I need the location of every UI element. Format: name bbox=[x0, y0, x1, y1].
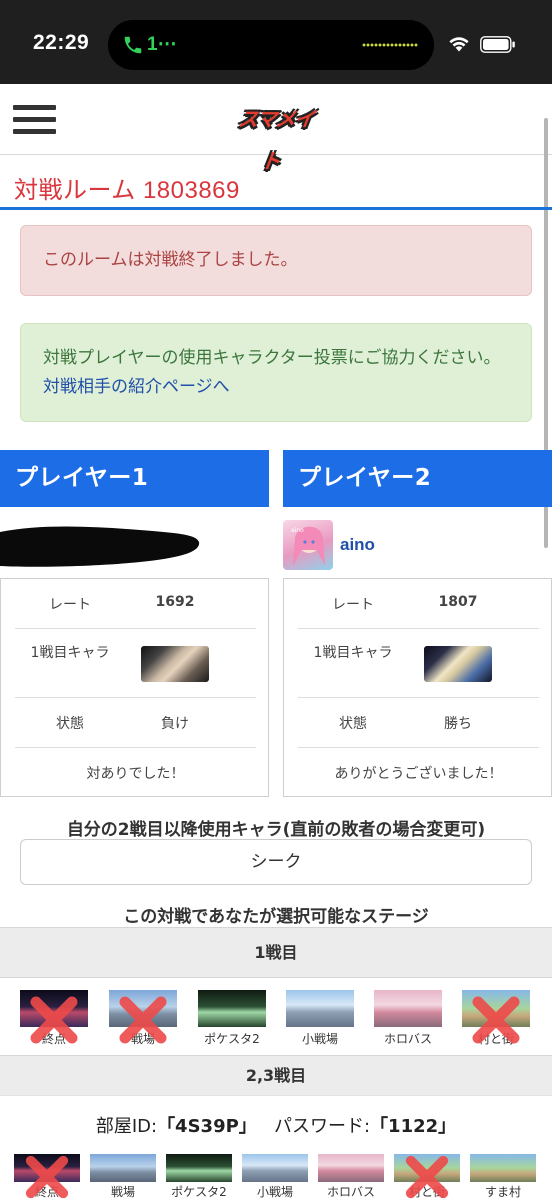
stage-option[interactable]: 終点 bbox=[14, 1154, 80, 1200]
first-character-label: 1戦目キャラ bbox=[313, 645, 393, 661]
vote-text: 対戦プレイヤーの使用キャラクター投票にご協力ください。 bbox=[43, 348, 501, 368]
password-value[interactable]: 「1122」 bbox=[370, 1116, 456, 1137]
rate-row: レート 1807 bbox=[298, 579, 539, 629]
round23-stage-row: 終点戦場 ポケスタ2 小戦場 ホロバス 村と街すま村 bbox=[0, 1154, 552, 1200]
banned-x-icon bbox=[20, 1150, 74, 1200]
room-info: 部屋ID:「4S39P」 パスワード:「1122」 bbox=[0, 1112, 552, 1138]
stage-option[interactable]: すま村 bbox=[470, 1154, 536, 1200]
room-ended-text: このルームは対戦終了しました。 bbox=[43, 250, 298, 270]
character-thumbnail bbox=[424, 646, 492, 682]
first-character-row: 1戦目キャラ bbox=[15, 629, 256, 698]
stage-name: ポケスタ2 bbox=[171, 1185, 227, 1199]
avatar-caption: aino bbox=[291, 527, 304, 534]
banned-x-icon bbox=[466, 990, 526, 1050]
room-id-label: 部屋ID: bbox=[95, 1116, 158, 1137]
avatar-image: aino bbox=[291, 526, 325, 566]
stage-thumbnail bbox=[470, 1154, 536, 1182]
state-value: 負け bbox=[161, 716, 189, 732]
phone-icon bbox=[124, 36, 142, 54]
stage-option[interactable]: ホロバス bbox=[318, 1154, 384, 1200]
rate-row: レート 1692 bbox=[15, 579, 256, 629]
state-label: 状態 bbox=[56, 716, 84, 732]
banned-x-icon bbox=[24, 990, 84, 1050]
battery-icon bbox=[480, 36, 515, 53]
room-id-value[interactable]: 「4S39P」 bbox=[157, 1116, 257, 1137]
stage-option[interactable]: 終点 bbox=[20, 990, 88, 1048]
player1-card: レート 1692 1戦目キャラ 状態 負け 対ありでした！ bbox=[0, 578, 269, 797]
player2-avatar[interactable]: aino bbox=[283, 520, 333, 570]
stage-name: すま村 bbox=[484, 1185, 521, 1199]
stage-thumbnail bbox=[90, 1154, 156, 1182]
stage-option[interactable]: 戦場 bbox=[90, 1154, 156, 1200]
room-ended-alert: このルームは対戦終了しました。 bbox=[20, 225, 532, 296]
stage-thumbnail bbox=[166, 1154, 232, 1182]
stage-name: ポケスタ2 bbox=[204, 1032, 260, 1046]
password-label: パスワード: bbox=[273, 1116, 371, 1137]
page-title: 対戦ルーム 1803869 bbox=[14, 177, 240, 204]
character-thumbnail bbox=[141, 646, 209, 682]
room-info-overlay: 部屋ID:「4S39P」 パスワード:「1122」 終点戦場 ポケスタ2 小戦場 ホロ… bbox=[0, 1095, 552, 1200]
player1-heading: プレイヤー1 bbox=[0, 450, 269, 507]
stage-thumbnail bbox=[374, 990, 442, 1027]
stage-thumbnail bbox=[286, 990, 354, 1027]
rate-value: 1807 bbox=[438, 594, 478, 610]
stage-option[interactable]: ポケスタ2 bbox=[198, 990, 266, 1048]
rate-label: レート bbox=[332, 597, 374, 613]
first-character-label: 1戦目キャラ bbox=[30, 645, 110, 661]
wifi-icon bbox=[449, 37, 469, 52]
first-character-row: 1戦目キャラ bbox=[298, 629, 539, 698]
player1-name-redacted bbox=[0, 526, 200, 567]
player2-name[interactable]: aino bbox=[340, 535, 375, 555]
rate-value: 1692 bbox=[155, 594, 195, 610]
round1-heading: 1戦目 bbox=[0, 928, 552, 978]
opponent-intro-link[interactable]: 対戦相手の紹介ページへ bbox=[43, 377, 230, 397]
stage-name: 小戦場 bbox=[256, 1185, 293, 1199]
title-divider bbox=[0, 207, 552, 210]
stage-name: 戦場 bbox=[110, 1185, 135, 1199]
rate-label: レート bbox=[49, 597, 91, 613]
player2-heading: プレイヤー2 bbox=[283, 450, 552, 507]
round1-stage-row: 終点 戦場ポケスタ2 小戦場 ホロバス 村と街 bbox=[0, 978, 552, 1056]
stage-thumbnail bbox=[242, 1154, 308, 1182]
player2-card: レート 1807 1戦目キャラ 状態 勝ち ありがとうございました！ bbox=[283, 578, 552, 797]
state-row: 状態 勝ち bbox=[298, 698, 539, 748]
stage-option[interactable]: ポケスタ2 bbox=[166, 1154, 232, 1200]
clock: 22:29 bbox=[33, 31, 90, 54]
state-row: 状態 負け bbox=[15, 698, 256, 748]
stage-option[interactable]: 戦場 bbox=[109, 990, 177, 1048]
message-row: ありがとうございました！ bbox=[298, 748, 539, 797]
stage-table: 1戦目 終点 戦場ポケスタ2 小戦場 ホロバス 村と街 2,3戦目 bbox=[0, 927, 552, 1096]
state-label: 状態 bbox=[339, 716, 367, 732]
stage-option[interactable]: 村と街 bbox=[462, 990, 530, 1048]
stage-option[interactable]: 小戦場 bbox=[286, 990, 354, 1048]
character-select[interactable]: シーク bbox=[20, 839, 532, 885]
banned-x-icon bbox=[113, 990, 173, 1050]
stage-option[interactable]: ホロバス bbox=[374, 990, 442, 1048]
stage-thumbnail bbox=[198, 990, 266, 1027]
vote-alert: 対戦プレイヤーの使用キャラクター投票にご協力ください。 対戦相手の紹介ページへ bbox=[20, 323, 532, 422]
stage-option[interactable]: 村と街 bbox=[394, 1154, 460, 1200]
player-message: ありがとうございました！ bbox=[334, 766, 503, 782]
status-bar: 22:29 1⋯ bbox=[0, 0, 552, 84]
call-indicator: 1⋯ bbox=[147, 34, 177, 55]
stage-option[interactable]: 小戦場 bbox=[242, 1154, 308, 1200]
stage-name: ホロバス bbox=[326, 1185, 375, 1199]
stage-thumbnail bbox=[318, 1154, 384, 1182]
dynamic-island[interactable]: 1⋯ bbox=[108, 20, 434, 70]
hamburger-menu-icon[interactable] bbox=[13, 105, 56, 135]
stages-label: この対戦であなたが選択可能なステージ bbox=[123, 907, 429, 927]
player-message: 対ありでした！ bbox=[86, 766, 185, 782]
character-select-label: 自分の2戦目以降使用キャラ(直前の敗者の場合変更可) bbox=[66, 820, 486, 840]
round23-heading: 2,3戦目 bbox=[0, 1056, 552, 1096]
state-value: 勝ち bbox=[444, 716, 472, 732]
logo-text: スマメイト bbox=[236, 107, 316, 173]
site-header: スマメイト bbox=[0, 84, 552, 173]
banned-x-icon bbox=[400, 1150, 454, 1200]
site-logo[interactable]: スマメイト bbox=[232, 98, 320, 173]
stage-name: 小戦場 bbox=[301, 1032, 338, 1046]
message-row: 対ありでした！ bbox=[15, 748, 256, 797]
stage-name: ホロバス bbox=[383, 1032, 432, 1046]
audio-wave-icon bbox=[362, 43, 418, 47]
